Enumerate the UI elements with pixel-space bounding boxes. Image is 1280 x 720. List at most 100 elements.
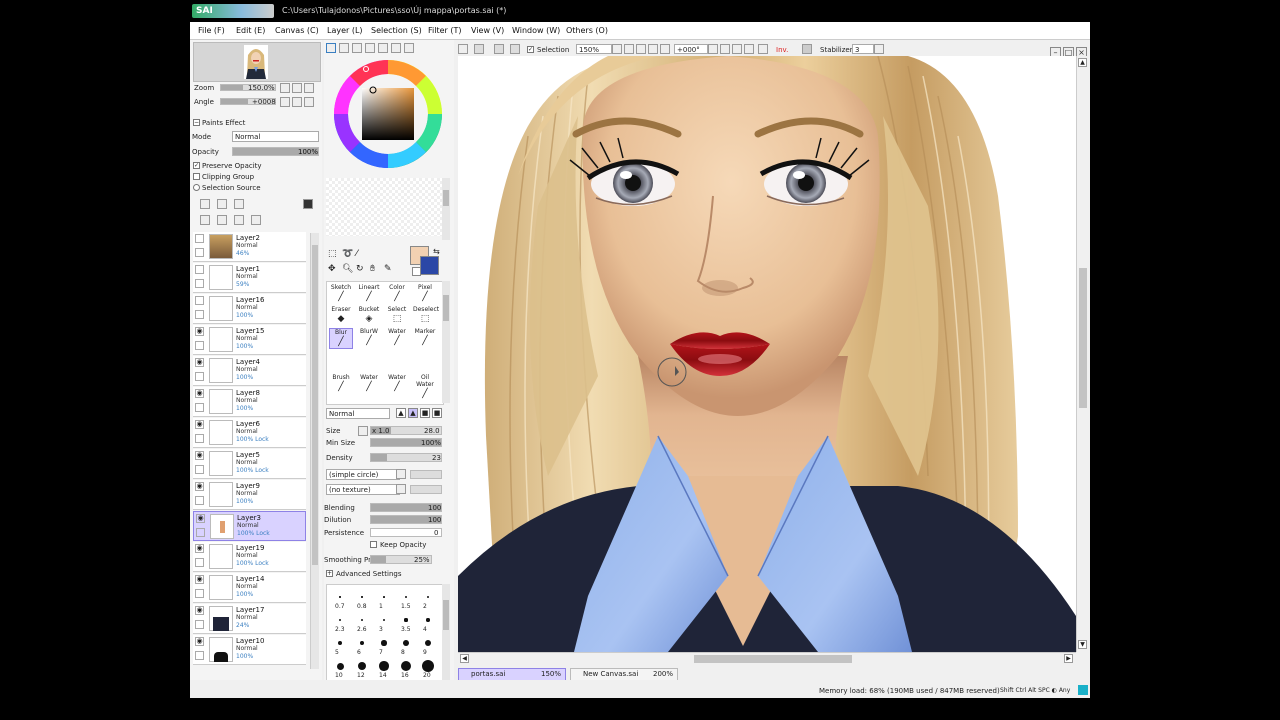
brush-size-dot[interactable] bbox=[336, 662, 344, 670]
visibility-eye-icon[interactable] bbox=[195, 265, 204, 274]
tool-deselect[interactable]: Deselect ⬚ bbox=[413, 306, 439, 327]
brush-size-dot[interactable] bbox=[338, 641, 342, 645]
canvas-area[interactable] bbox=[458, 56, 1076, 652]
advanced-settings-toggle[interactable]: + bbox=[326, 570, 333, 577]
brush-size-dot[interactable] bbox=[379, 661, 389, 671]
zoom-in-button[interactable] bbox=[292, 83, 302, 93]
layer-row[interactable]: ◉ Layer17 Normal 24% bbox=[193, 604, 306, 634]
tool-bucket[interactable]: Bucket ◈ bbox=[357, 306, 381, 327]
eyedropper-icon[interactable]: ✎ bbox=[384, 264, 392, 274]
zoom-dropdown-icon[interactable] bbox=[612, 44, 622, 54]
canvas-vertical-scrollbar[interactable]: ▲ ▼ bbox=[1076, 56, 1089, 652]
mixer-icon[interactable] bbox=[391, 43, 401, 53]
visibility-eye-icon[interactable]: ◉ bbox=[196, 514, 205, 523]
layer-row[interactable]: ◉ Layer14 Normal 100% bbox=[193, 573, 306, 603]
tool-oil-water[interactable]: Oil Water ╱ bbox=[413, 374, 437, 399]
angle-select[interactable]: +000° bbox=[674, 44, 708, 54]
keep-opacity-checkbox[interactable] bbox=[370, 541, 377, 548]
brush-size-scrollbar[interactable] bbox=[442, 584, 450, 680]
zoom-in-toolbar-icon[interactable] bbox=[636, 44, 646, 54]
brush-size-dot[interactable] bbox=[359, 640, 365, 646]
redo-icon[interactable] bbox=[474, 44, 484, 54]
visibility-eye-icon[interactable]: ◉ bbox=[195, 575, 204, 584]
visibility-eye-icon[interactable]: ◉ bbox=[195, 544, 204, 553]
transparent-color-icon[interactable] bbox=[412, 267, 421, 276]
layer-row[interactable]: Layer2 Normal 46% bbox=[193, 232, 306, 262]
brush-size-dot[interactable] bbox=[381, 640, 387, 646]
layer-lock-toggle-icon[interactable] bbox=[195, 403, 204, 412]
zoom-reset-toolbar-icon[interactable] bbox=[660, 44, 670, 54]
tool-blur[interactable]: Blur ╱ bbox=[329, 328, 353, 349]
layer-list-scrollbar[interactable] bbox=[310, 233, 319, 669]
layer-lock-toggle-icon[interactable] bbox=[195, 434, 204, 443]
layer-lock-toggle-icon[interactable] bbox=[195, 310, 204, 319]
layer-row[interactable]: ◉ Layer15 Normal 100% bbox=[193, 325, 306, 355]
layer-row[interactable]: ◉ Layer19 Normal 100% Lock bbox=[193, 542, 306, 572]
scroll-down-icon[interactable]: ▼ bbox=[1078, 640, 1087, 649]
brush-texture-dropdown-icon[interactable] bbox=[396, 484, 406, 494]
visibility-eye-icon[interactable] bbox=[195, 296, 204, 305]
swatch-icon[interactable] bbox=[365, 43, 375, 53]
zoom-icon[interactable]: 🔍︎ bbox=[342, 264, 353, 274]
rect-select-icon[interactable]: ⬚ bbox=[328, 249, 337, 259]
visibility-eye-icon[interactable]: ◉ bbox=[195, 451, 204, 460]
rotate-ccw-icon[interactable] bbox=[720, 44, 730, 54]
brush-texture-select[interactable]: (no texture) bbox=[326, 484, 400, 495]
layer-row[interactable]: ◉ Layer10 Normal 100% bbox=[193, 635, 306, 665]
canvas-horizontal-scrollbar[interactable]: ◀ ▶ bbox=[458, 652, 1076, 665]
layer-row[interactable]: Layer16 Normal 100% bbox=[193, 294, 306, 324]
rotate-reset-button[interactable] bbox=[304, 97, 314, 107]
layer-lock-toggle-icon[interactable] bbox=[195, 496, 204, 505]
merge-down-icon[interactable] bbox=[217, 215, 227, 225]
brush-size-dot[interactable] bbox=[426, 595, 430, 599]
visibility-eye-icon[interactable] bbox=[195, 234, 204, 243]
tool-water3[interactable]: Water ╱ bbox=[385, 374, 409, 395]
visibility-eye-icon[interactable]: ◉ bbox=[195, 637, 204, 646]
zoom-out-button[interactable] bbox=[280, 83, 290, 93]
menu-layer[interactable]: Layer (L) bbox=[327, 26, 363, 35]
brush-edge-square-icon[interactable]: ■ bbox=[432, 408, 442, 418]
tool-lineart[interactable]: Lineart ╱ bbox=[357, 284, 381, 305]
rotate-cw-icon[interactable] bbox=[732, 44, 742, 54]
deselect-button-icon[interactable] bbox=[494, 44, 504, 54]
stabilizer-dropdown-icon[interactable] bbox=[874, 44, 884, 54]
layer-lock-toggle-icon[interactable] bbox=[195, 372, 204, 381]
paints-effect-toggle[interactable]: − bbox=[193, 119, 200, 126]
zoom-reset-button[interactable] bbox=[304, 83, 314, 93]
lasso-icon[interactable]: ➰ bbox=[342, 249, 353, 259]
menu-canvas[interactable]: Canvas (C) bbox=[275, 26, 319, 35]
navigator-preview[interactable] bbox=[193, 42, 321, 82]
angle-dropdown-icon[interactable] bbox=[708, 44, 718, 54]
color-wheel[interactable] bbox=[332, 58, 444, 170]
zoom-out-toolbar-icon[interactable] bbox=[624, 44, 634, 54]
new-linework-layer-icon[interactable] bbox=[217, 199, 227, 209]
stabilizer-icon[interactable] bbox=[802, 44, 812, 54]
brush-size-dot[interactable] bbox=[422, 660, 434, 672]
brush-size-dot[interactable] bbox=[339, 596, 341, 598]
tool-pixel[interactable]: Pixel ╱ bbox=[413, 284, 437, 305]
tool-select[interactable]: Select ⬚ bbox=[385, 306, 409, 327]
brush-shape-dropdown-icon[interactable] bbox=[396, 469, 406, 479]
move-icon[interactable]: ✥ bbox=[328, 264, 336, 274]
tool-water[interactable]: Water ╱ bbox=[385, 328, 409, 349]
layer-row[interactable]: ◉ Layer4 Normal 100% bbox=[193, 356, 306, 386]
tool-grid-scrollbar[interactable] bbox=[442, 281, 450, 403]
rotate-icon[interactable]: ↻ bbox=[356, 264, 364, 274]
tool-brush[interactable]: Brush ╱ bbox=[329, 374, 353, 395]
stabilizer-select[interactable]: 3 bbox=[852, 44, 874, 54]
visibility-eye-icon[interactable]: ◉ bbox=[195, 606, 204, 615]
menu-window[interactable]: Window (W) bbox=[512, 26, 560, 35]
brush-size-dot[interactable] bbox=[361, 596, 363, 598]
hsv-slider-icon[interactable] bbox=[352, 43, 362, 53]
layer-row[interactable]: ◉ Layer8 Normal 100% bbox=[193, 387, 306, 417]
rotate-left-button[interactable] bbox=[280, 97, 290, 107]
new-layer-icon[interactable] bbox=[200, 199, 210, 209]
scratchpad-icon[interactable] bbox=[378, 43, 388, 53]
magic-wand-icon[interactable]: ⁄ bbox=[356, 249, 358, 259]
scroll-right-icon[interactable]: ▶ bbox=[1064, 654, 1073, 663]
brush-size-dot[interactable] bbox=[383, 596, 385, 598]
undo-icon[interactable] bbox=[458, 44, 468, 54]
menu-view[interactable]: View (V) bbox=[471, 26, 504, 35]
layer-lock-toggle-icon[interactable] bbox=[195, 279, 204, 288]
menu-edit[interactable]: Edit (E) bbox=[236, 26, 265, 35]
